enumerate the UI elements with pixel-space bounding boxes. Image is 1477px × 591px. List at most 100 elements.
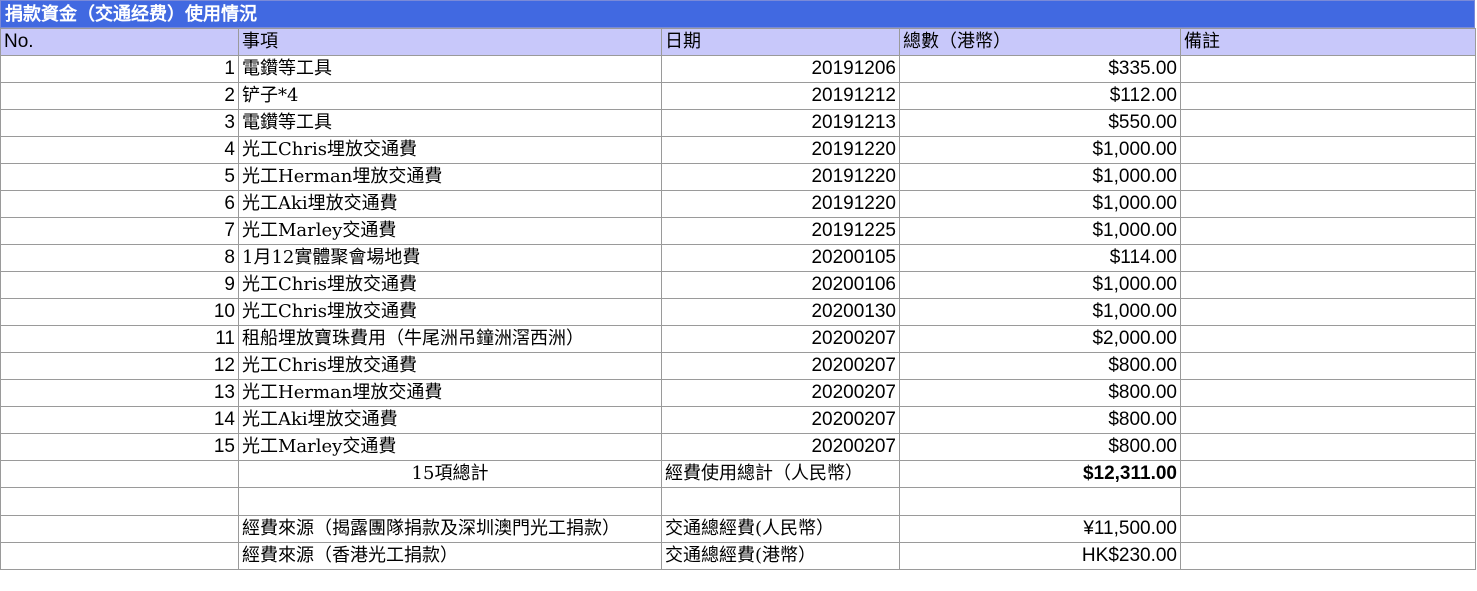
cell-no[interactable]: 8 bbox=[0, 244, 239, 272]
cell-note[interactable] bbox=[1180, 298, 1476, 326]
header-amount[interactable]: 總數（港幣） bbox=[899, 28, 1181, 56]
cell-empty[interactable] bbox=[0, 487, 239, 516]
total-label[interactable]: 經費使用總計（人民幣） bbox=[661, 460, 900, 488]
cell-no[interactable]: 4 bbox=[0, 136, 239, 164]
cell-date[interactable]: 20191213 bbox=[661, 109, 900, 137]
cell-no[interactable]: 7 bbox=[0, 217, 239, 245]
cell-empty[interactable] bbox=[1180, 515, 1476, 543]
cell-note[interactable] bbox=[1180, 217, 1476, 245]
cell-item[interactable]: 光工Herman埋放交通費 bbox=[238, 379, 662, 407]
cell-item[interactable]: 光工Chris埋放交通費 bbox=[238, 298, 662, 326]
cell-date[interactable]: 20200130 bbox=[661, 298, 900, 326]
header-no[interactable]: No. bbox=[0, 28, 239, 56]
cell-empty[interactable] bbox=[0, 515, 239, 543]
cell-empty[interactable] bbox=[1180, 542, 1476, 570]
header-date[interactable]: 日期 bbox=[661, 28, 900, 56]
cell-date[interactable]: 20191220 bbox=[661, 136, 900, 164]
source-budget-label[interactable]: 交通總經費(港幣） bbox=[661, 542, 900, 570]
cell-amount[interactable]: $1,000.00 bbox=[899, 163, 1181, 191]
cell-item[interactable]: 光工Chris埋放交通費 bbox=[238, 271, 662, 299]
cell-empty[interactable] bbox=[1180, 460, 1476, 488]
cell-date[interactable]: 20200207 bbox=[661, 325, 900, 353]
source-budget-label[interactable]: 交通總經費(人民幣） bbox=[661, 515, 900, 543]
cell-item[interactable]: 電鑽等工具 bbox=[238, 55, 662, 83]
total-count-label[interactable]: 15項總計 bbox=[238, 460, 662, 488]
cell-date[interactable]: 20200207 bbox=[661, 379, 900, 407]
cell-item[interactable]: 光工Marley交通費 bbox=[238, 433, 662, 461]
cell-note[interactable] bbox=[1180, 109, 1476, 137]
cell-amount[interactable]: $800.00 bbox=[899, 433, 1181, 461]
cell-date[interactable]: 20200207 bbox=[661, 352, 900, 380]
cell-no[interactable]: 14 bbox=[0, 406, 239, 434]
cell-no[interactable]: 10 bbox=[0, 298, 239, 326]
header-note[interactable]: 備註 bbox=[1180, 28, 1476, 56]
cell-item[interactable]: 光工Aki埋放交通費 bbox=[238, 190, 662, 218]
source-amount[interactable]: ¥11,500.00 bbox=[899, 515, 1181, 543]
cell-item[interactable]: 光工Chris埋放交通費 bbox=[238, 352, 662, 380]
cell-amount[interactable]: $114.00 bbox=[899, 244, 1181, 272]
cell-empty[interactable] bbox=[0, 460, 239, 488]
cell-note[interactable] bbox=[1180, 271, 1476, 299]
cell-date[interactable]: 20191220 bbox=[661, 190, 900, 218]
cell-no[interactable]: 11 bbox=[0, 325, 239, 353]
cell-note[interactable] bbox=[1180, 82, 1476, 110]
cell-no[interactable]: 6 bbox=[0, 190, 239, 218]
cell-date[interactable]: 20191206 bbox=[661, 55, 900, 83]
cell-item[interactable]: 光工Chris埋放交通費 bbox=[238, 136, 662, 164]
cell-no[interactable]: 1 bbox=[0, 55, 239, 83]
cell-amount[interactable]: $800.00 bbox=[899, 406, 1181, 434]
cell-amount[interactable]: $1,000.00 bbox=[899, 190, 1181, 218]
cell-item[interactable]: 1月12實體聚會場地費 bbox=[238, 244, 662, 272]
sheet-title[interactable]: 捐款資金（交通经费）使用情況 bbox=[0, 0, 1475, 28]
cell-empty[interactable] bbox=[661, 487, 900, 516]
cell-amount[interactable]: $800.00 bbox=[899, 352, 1181, 380]
cell-amount[interactable]: $550.00 bbox=[899, 109, 1181, 137]
cell-item[interactable]: 光工Herman埋放交通費 bbox=[238, 163, 662, 191]
cell-note[interactable] bbox=[1180, 244, 1476, 272]
cell-amount[interactable]: $2,000.00 bbox=[899, 325, 1181, 353]
cell-item[interactable]: 電鑽等工具 bbox=[238, 109, 662, 137]
cell-date[interactable]: 20200207 bbox=[661, 406, 900, 434]
cell-amount[interactable]: $1,000.00 bbox=[899, 136, 1181, 164]
cell-amount[interactable]: $1,000.00 bbox=[899, 271, 1181, 299]
cell-item[interactable]: 光工Aki埋放交通費 bbox=[238, 406, 662, 434]
cell-note[interactable] bbox=[1180, 136, 1476, 164]
cell-date[interactable]: 20200106 bbox=[661, 271, 900, 299]
cell-item[interactable]: 光工Marley交通費 bbox=[238, 217, 662, 245]
cell-date[interactable]: 20191220 bbox=[661, 163, 900, 191]
cell-date[interactable]: 20200105 bbox=[661, 244, 900, 272]
cell-amount[interactable]: $112.00 bbox=[899, 82, 1181, 110]
cell-note[interactable] bbox=[1180, 379, 1476, 407]
cell-amount[interactable]: $335.00 bbox=[899, 55, 1181, 83]
cell-no[interactable]: 3 bbox=[0, 109, 239, 137]
cell-no[interactable]: 13 bbox=[0, 379, 239, 407]
cell-note[interactable] bbox=[1180, 325, 1476, 353]
cell-note[interactable] bbox=[1180, 163, 1476, 191]
cell-no[interactable]: 5 bbox=[0, 163, 239, 191]
cell-note[interactable] bbox=[1180, 55, 1476, 83]
cell-note[interactable] bbox=[1180, 352, 1476, 380]
cell-date[interactable]: 20191225 bbox=[661, 217, 900, 245]
total-amount[interactable]: $12,311.00 bbox=[899, 460, 1181, 488]
source-amount[interactable]: HK$230.00 bbox=[899, 542, 1181, 570]
cell-note[interactable] bbox=[1180, 190, 1476, 218]
cell-empty[interactable] bbox=[0, 542, 239, 570]
source-label[interactable]: 經費來源（揭露團隊捐款及深圳澳門光工捐款） bbox=[238, 515, 662, 543]
cell-item[interactable]: 租船埋放寶珠費用（牛尾洲吊鐘洲滘西洲） bbox=[238, 325, 662, 353]
cell-date[interactable]: 20191212 bbox=[661, 82, 900, 110]
cell-amount[interactable]: $1,000.00 bbox=[899, 217, 1181, 245]
header-item[interactable]: 事項 bbox=[238, 28, 662, 56]
cell-empty[interactable] bbox=[1180, 487, 1476, 516]
cell-amount[interactable]: $800.00 bbox=[899, 379, 1181, 407]
cell-no[interactable]: 15 bbox=[0, 433, 239, 461]
cell-no[interactable]: 9 bbox=[0, 271, 239, 299]
cell-item[interactable]: 铲子*4 bbox=[238, 82, 662, 110]
source-label[interactable]: 經費來源（香港光工捐款） bbox=[238, 542, 662, 570]
cell-no[interactable]: 2 bbox=[0, 82, 239, 110]
cell-no[interactable]: 12 bbox=[0, 352, 239, 380]
cell-empty[interactable] bbox=[238, 487, 662, 516]
cell-amount[interactable]: $1,000.00 bbox=[899, 298, 1181, 326]
cell-note[interactable] bbox=[1180, 433, 1476, 461]
cell-date[interactable]: 20200207 bbox=[661, 433, 900, 461]
cell-empty[interactable] bbox=[899, 487, 1181, 516]
